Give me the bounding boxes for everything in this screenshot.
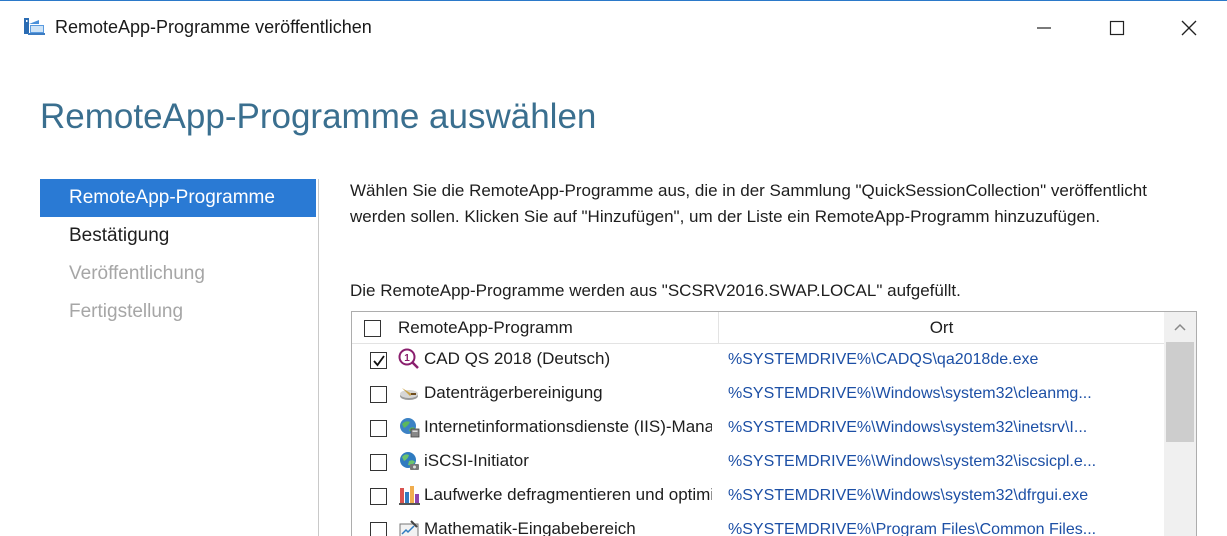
row-checkbox[interactable] — [370, 522, 387, 536]
defrag-icon — [398, 484, 420, 506]
row-checkbox[interactable] — [370, 488, 387, 505]
window-title: RemoteApp-Programme veröffentlichen — [55, 17, 372, 37]
program-location: %SYSTEMDRIVE%\Windows\system32\dfrgui.ex… — [728, 487, 1089, 504]
program-name: iSCSI-Initiator — [424, 451, 529, 470]
nav-divider — [318, 179, 319, 536]
row-checkbox[interactable] — [370, 420, 387, 437]
scroll-up-button[interactable] — [1164, 312, 1196, 342]
nav-item-remoteapp-programme[interactable]: RemoteApp-Programme — [40, 179, 316, 217]
table-row[interactable]: 1 CAD QS 2018 (Deutsch) %SYSTEMDRIVE%\CA… — [352, 343, 1164, 377]
program-location: %SYSTEMDRIVE%\CADQS\qa2018de.exe — [728, 351, 1039, 368]
program-location: %SYSTEMDRIVE%\Windows\system32\inetsrv\I… — [728, 419, 1088, 436]
scroll-thumb[interactable] — [1166, 342, 1194, 442]
program-name: Datenträgerbereinigung — [424, 383, 603, 402]
program-location: %SYSTEMDRIVE%\Windows\system32\iscsicpl.… — [728, 453, 1097, 470]
program-name: Laufwerke defragmentieren und optimieren — [424, 485, 712, 504]
iis-manager-icon — [398, 416, 420, 438]
row-checkbox[interactable] — [370, 454, 387, 471]
program-location: %SYSTEMDRIVE%\Program Files\Common Files… — [728, 521, 1097, 536]
select-all-checkbox[interactable] — [364, 320, 381, 337]
table-row[interactable]: Mathematik-Eingabebereich %SYSTEMDRIVE%\… — [352, 513, 1164, 536]
program-name: Mathematik-Eingabebereich — [424, 519, 636, 536]
svg-text:1: 1 — [404, 353, 410, 364]
table-row[interactable]: Internetinformationsdienste (IIS)-Manage… — [352, 411, 1164, 445]
page-title: RemoteApp-Programme auswählen — [40, 97, 597, 136]
checkmark-icon — [373, 355, 385, 367]
program-list: RemoteApp-Programm Ort 1 CAD QS 2018 (De… — [351, 311, 1197, 536]
close-button[interactable] — [1166, 7, 1212, 47]
window-titlebar: RemoteApp-Programme veröffentlichen — [0, 0, 1227, 52]
column-header-program[interactable]: RemoteApp-Programm — [398, 318, 573, 338]
nav-item-bestaetigung[interactable]: Bestätigung — [40, 217, 316, 255]
row-checkbox[interactable] — [370, 386, 387, 403]
minimize-button[interactable] — [1021, 7, 1067, 47]
description-text: Wählen Sie die RemoteApp-Programme aus, … — [350, 181, 1147, 226]
cad-qs-icon: 1 — [398, 348, 420, 370]
table-row[interactable]: iSCSI-Initiator %SYSTEMDRIVE%\Windows\sy… — [352, 445, 1164, 479]
table-row[interactable]: Datenträgerbereinigung %SYSTEMDRIVE%\Win… — [352, 377, 1164, 411]
nav-item-veroeffentlichung: Veröffentlichung — [69, 263, 205, 284]
vertical-scrollbar[interactable] — [1164, 312, 1196, 536]
program-location: %SYSTEMDRIVE%\Windows\system32\cleanmg..… — [728, 385, 1092, 402]
remoteapp-publish-icon — [23, 16, 45, 36]
column-header-location[interactable]: Ort — [719, 318, 1164, 338]
iscsi-globe-icon — [398, 450, 420, 472]
list-header: RemoteApp-Programm Ort — [352, 312, 1164, 344]
math-input-icon — [398, 518, 420, 536]
table-row[interactable]: Laufwerke defragmentieren und optimieren… — [352, 479, 1164, 513]
maximize-button[interactable] — [1094, 7, 1140, 47]
nav-item-fertigstellung: Fertigstellung — [69, 301, 184, 322]
disk-cleanup-icon — [398, 382, 420, 404]
chevron-up-icon — [1174, 323, 1186, 331]
program-name: CAD QS 2018 (Deutsch) — [424, 349, 611, 368]
wizard-nav: RemoteApp-Programme Bestätigung Veröffen… — [40, 179, 316, 331]
source-text: Die RemoteApp-Programme werden aus "SCSR… — [350, 281, 961, 300]
program-name: Internetinformationsdienste (IIS)-Manage… — [424, 417, 712, 436]
row-checkbox[interactable] — [370, 352, 387, 369]
